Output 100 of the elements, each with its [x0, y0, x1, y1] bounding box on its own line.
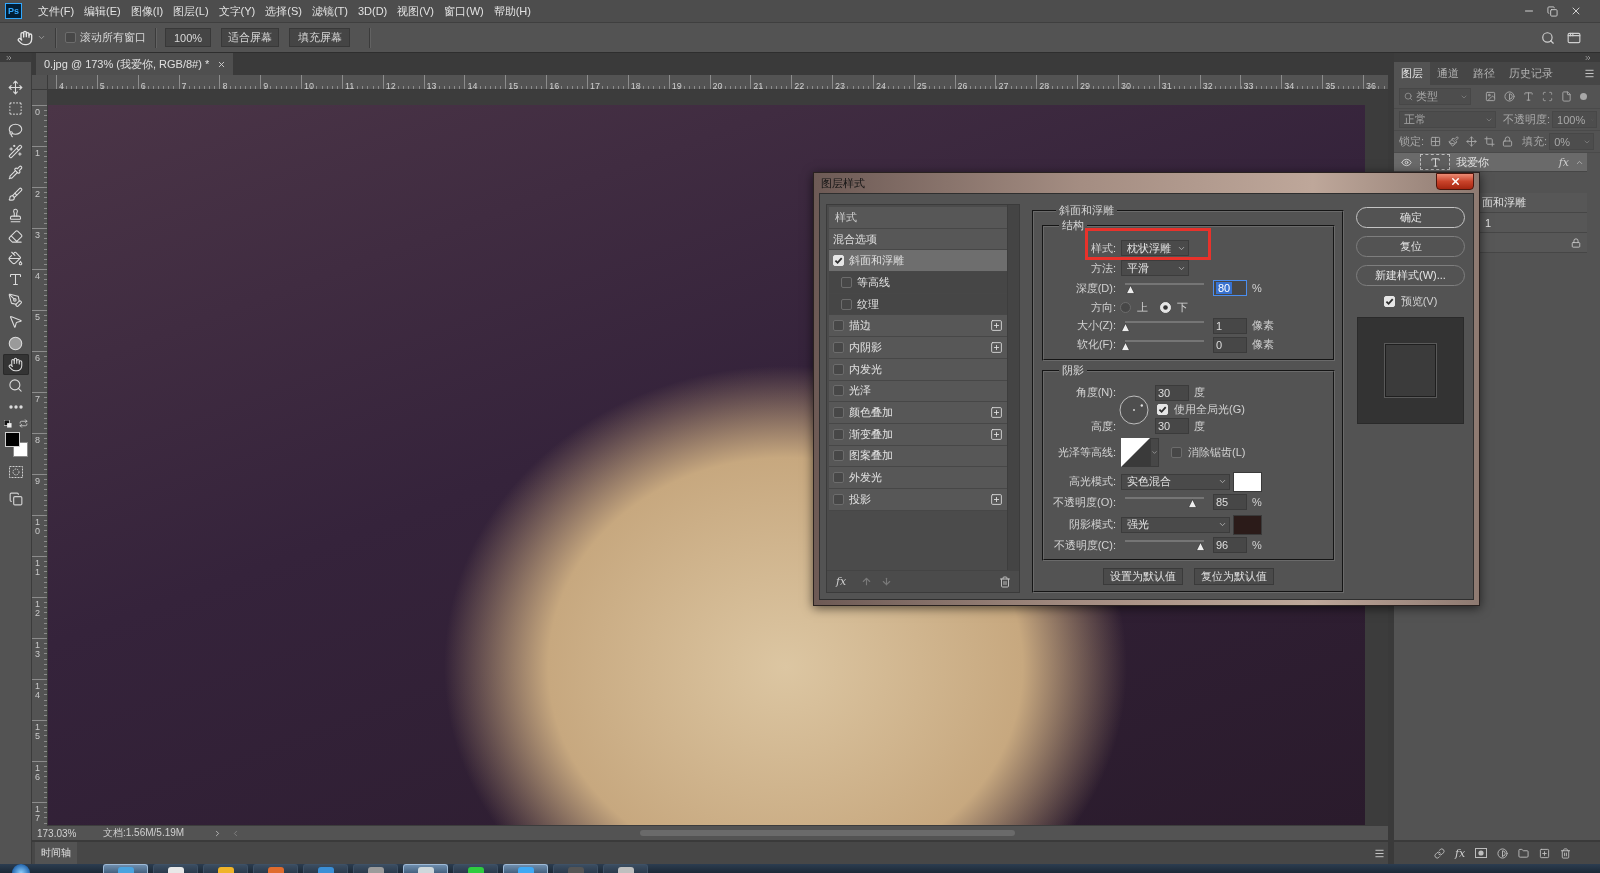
taskbar-button[interactable]	[403, 864, 448, 873]
dot-icon[interactable]	[1580, 93, 1587, 100]
number-field[interactable]: 96	[1213, 537, 1247, 553]
double-chevron-icon[interactable]	[1584, 53, 1592, 62]
checkbox[interactable]	[65, 32, 76, 43]
checkbox[interactable]	[833, 363, 844, 375]
panel-tab[interactable]: 历史记录	[1502, 62, 1560, 85]
link-icon[interactable]	[1434, 847, 1445, 859]
slider-thumb[interactable]	[1187, 499, 1197, 508]
swap-arrows-icon[interactable]	[18, 419, 28, 429]
chevron-right-icon[interactable]	[213, 828, 222, 838]
panel-tab[interactable]: 时间轴	[35, 842, 77, 864]
checkbox[interactable]	[833, 493, 844, 505]
checkbox[interactable]	[833, 472, 844, 484]
style-list-item[interactable]: 纹理	[829, 293, 1007, 316]
dialog-button[interactable]: 新建样式(W)...	[1356, 265, 1465, 286]
panel-tab[interactable]: 通道	[1430, 62, 1466, 85]
radio-button[interactable]	[1120, 301, 1131, 313]
menu-item[interactable]: 文字(Y)	[213, 1, 261, 21]
arrow-up-icon[interactable]	[861, 576, 873, 587]
close-button[interactable]	[1436, 173, 1474, 190]
blend-mode-dropdown[interactable]: 实色混合	[1121, 473, 1230, 490]
tool-button[interactable]	[2, 353, 29, 376]
grid-icon[interactable]	[1430, 136, 1442, 147]
angle-dial[interactable]	[1119, 394, 1149, 425]
fx-button[interactable]: fx	[1455, 846, 1466, 860]
taskbar-button[interactable]	[453, 864, 498, 873]
technique-dropdown[interactable]: 平滑	[1121, 260, 1189, 276]
style-list-item[interactable]: 斜面和浮雕	[829, 250, 1007, 273]
option-button[interactable]: 适合屏幕	[221, 28, 279, 47]
style-list-item[interactable]: 内阴影	[829, 337, 1007, 359]
menu-item[interactable]: 滤镜(T)	[306, 1, 353, 21]
menu-icon[interactable]	[1374, 847, 1385, 859]
style-list-item[interactable]: 光泽	[829, 380, 1007, 403]
checkbox[interactable]	[833, 320, 844, 332]
number-field[interactable]: 30	[1155, 384, 1189, 401]
menu-item[interactable]: 编辑(E)	[79, 1, 126, 21]
layer-row[interactable]: 1	[1480, 213, 1587, 233]
checkbox[interactable]	[1171, 447, 1182, 458]
checkbox[interactable]	[841, 276, 852, 288]
plus-square-icon[interactable]	[990, 427, 1003, 441]
search-icon[interactable]	[1541, 30, 1555, 45]
checkbox-label[interactable]: 预览(V)	[1400, 293, 1438, 309]
panel-tab[interactable]: 路径	[1466, 62, 1502, 85]
taskbar-button[interactable]	[353, 864, 398, 873]
style-list-item[interactable]: 渐变叠加	[829, 423, 1007, 446]
layer-row[interactable]	[1480, 233, 1587, 253]
menu-icon[interactable]	[1584, 68, 1595, 79]
contour-preview[interactable]	[1121, 438, 1150, 467]
trash-icon[interactable]	[999, 575, 1011, 588]
half-circle-icon[interactable]	[1497, 847, 1509, 859]
circle-in-square-icon[interactable]	[1475, 848, 1488, 858]
foreground-color-swatch[interactable]	[4, 431, 20, 447]
style-list-item[interactable]: 颜色叠加	[829, 402, 1007, 424]
checkbox[interactable]	[833, 450, 844, 462]
orb-icon[interactable]	[12, 864, 30, 873]
checkbox-label[interactable]: 消除锯齿(L)	[1188, 445, 1246, 460]
opacity-field[interactable]: 100%	[1552, 111, 1598, 128]
defaults-button[interactable]: 设置为默认值	[1103, 568, 1183, 585]
brush-icon[interactable]	[1448, 136, 1460, 147]
corner-brackets-icon[interactable]	[1542, 91, 1553, 102]
number-field[interactable]: 1	[1213, 317, 1247, 334]
double-chevron-icon[interactable]	[5, 53, 13, 62]
fx-button[interactable]: fx	[836, 575, 847, 588]
caret-down-icon[interactable]	[37, 33, 46, 42]
dialog-button[interactable]: 确定	[1356, 207, 1465, 228]
slider-thumb[interactable]	[1126, 285, 1135, 294]
option-button[interactable]: 填充屏幕	[289, 28, 350, 47]
overlapping-squares-icon[interactable]	[8, 491, 23, 506]
folder-icon[interactable]	[1518, 847, 1530, 859]
checkbox[interactable]	[833, 407, 844, 419]
file-icon[interactable]	[1561, 91, 1572, 102]
taskbar-button[interactable]	[153, 864, 198, 873]
square-plus-icon[interactable]	[1539, 847, 1551, 859]
number-field[interactable]: 80	[1213, 280, 1247, 296]
restore-icon[interactable]	[1547, 5, 1558, 17]
style-list-item[interactable]: 投影	[829, 488, 1007, 511]
slider-thumb[interactable]	[1120, 341, 1130, 351]
menu-item[interactable]: 视图(V)	[392, 1, 439, 21]
checkbox[interactable]	[833, 341, 844, 353]
checkbox[interactable]	[833, 385, 844, 397]
menu-item[interactable]: 窗口(W)	[438, 1, 489, 21]
move-arrows-icon[interactable]	[1466, 136, 1478, 147]
window-icon[interactable]	[1567, 30, 1581, 45]
style-list-item[interactable]: 描边	[829, 315, 1007, 338]
radio-option[interactable]: 下	[1160, 299, 1188, 315]
checkbox[interactable]	[833, 428, 844, 440]
blend-mode-dropdown[interactable]: 强光	[1121, 516, 1230, 533]
plus-square-icon[interactable]	[990, 406, 1003, 420]
color-swatch[interactable]	[1233, 471, 1262, 492]
menu-item[interactable]: 3D(D)	[352, 3, 393, 19]
radio-option[interactable]: 上	[1120, 299, 1148, 315]
style-dropdown[interactable]: 枕状浮雕	[1121, 240, 1189, 256]
hand-icon[interactable]	[17, 29, 33, 46]
menu-item[interactable]: 文件(F)	[33, 1, 80, 21]
menu-item[interactable]: 帮助(H)	[488, 1, 536, 21]
option-button[interactable]: 100%	[165, 28, 211, 47]
checkbox-label[interactable]: 滚动所有窗口	[80, 30, 146, 45]
panel-tab[interactable]: 图层	[1394, 62, 1430, 85]
crop-icon[interactable]	[1484, 136, 1496, 147]
